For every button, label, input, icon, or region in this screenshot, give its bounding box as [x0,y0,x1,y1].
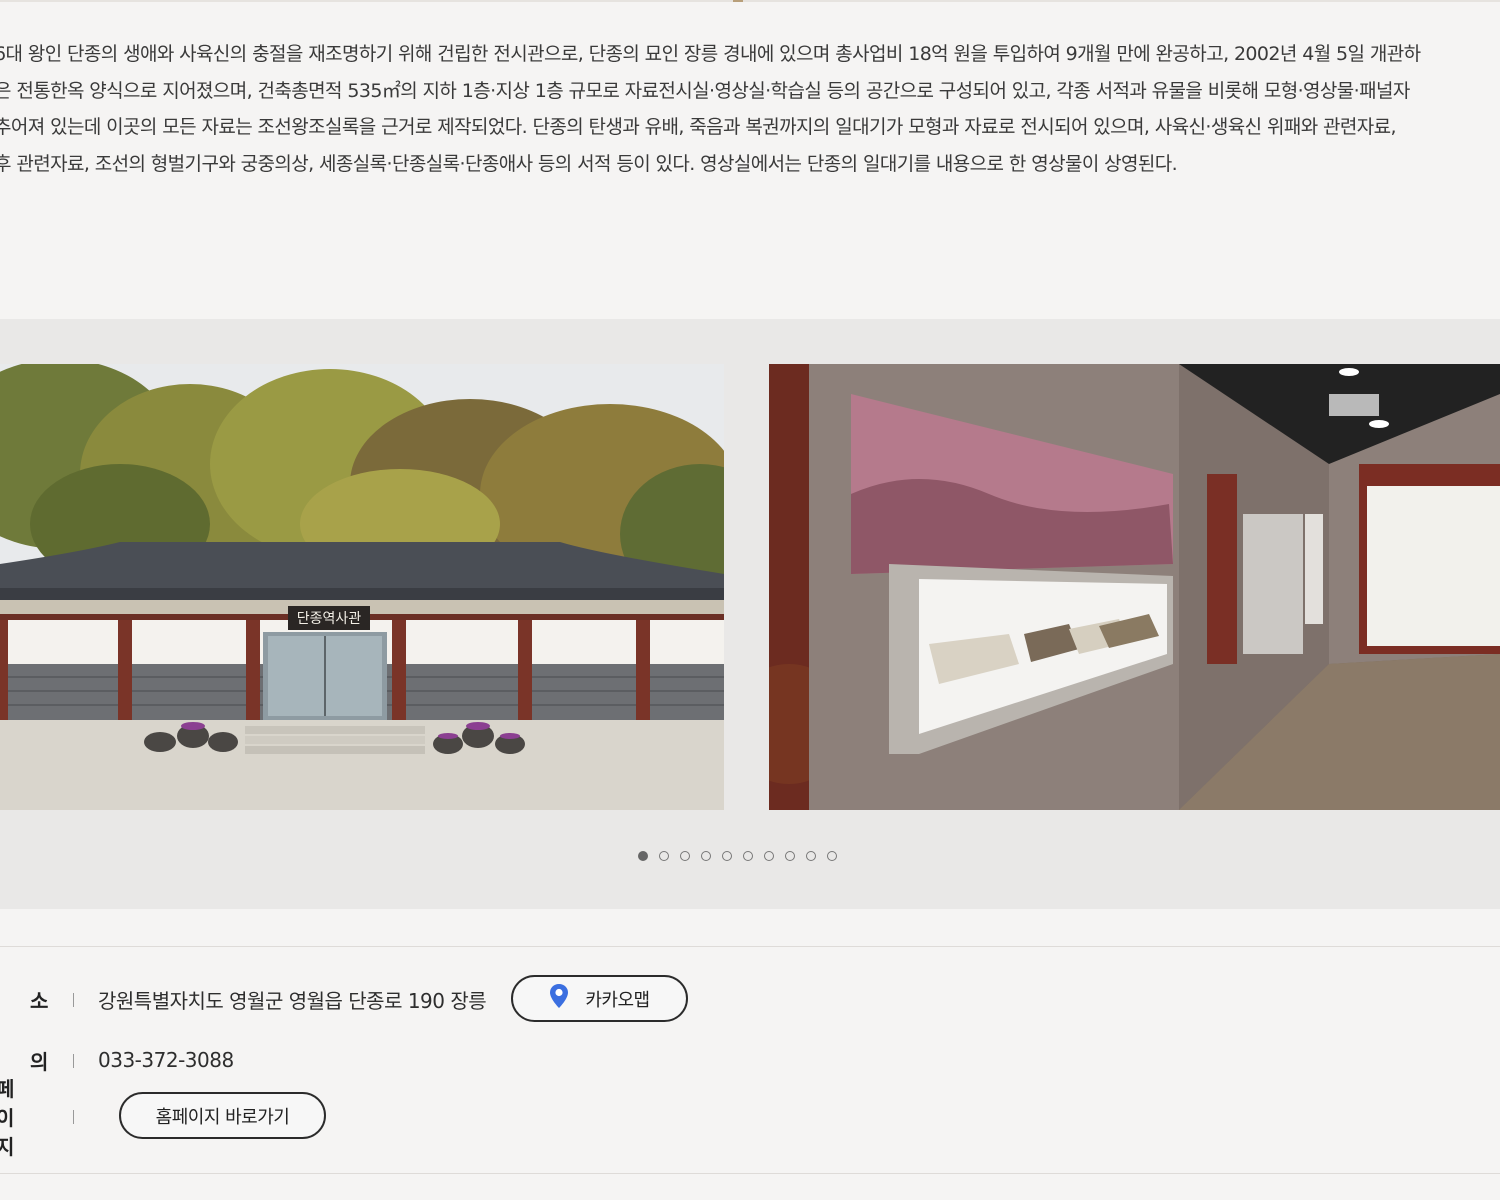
description-line: 추어져 있는데 이곳의 모든 자료는 조선왕조실록을 근거로 제작되었다. 단종… [0,116,1397,138]
description-line: 6대 왕인 단종의 생애와 사육신의 충절을 재조명하기 위해 건립한 전시관으… [0,43,1421,65]
phone-value: 033-372-3088 [98,1048,234,1072]
gallery-dot-5[interactable] [722,851,732,861]
address-value: 강원특별자치도 영월군 영월읍 단종로 190 장릉 [98,988,487,1013]
gallery-dot-10[interactable] [827,851,837,861]
homepage-button-label: 홈페이지 바로가기 [155,1106,290,1128]
signboard-text: 단종역사관 [297,611,362,627]
info-divider-bottom [0,1173,1500,1174]
gallery-pagination [638,851,837,865]
gallery-dot-2[interactable] [659,851,669,861]
top-border [0,0,1500,2]
homepage-button[interactable]: 홈페이지 바로가기 [119,1092,326,1139]
description-line: 은 전통한옥 양식으로 지어졌으며, 건축총면적 535㎡의 지하 1층·지상 … [0,79,1410,102]
gallery-dot-6[interactable] [743,851,753,861]
gallery-dot-8[interactable] [785,851,795,861]
facility-description: 6대 왕인 단종의 생애와 사육신의 충절을 재조명하기 위해 건립한 전시관으… [0,36,1500,182]
separator [73,993,74,1007]
gallery-dot-3[interactable] [680,851,690,861]
map-pin-icon [549,983,569,1014]
separator [73,1110,74,1124]
description-line: 후 관련자료, 조선의 형벌기구와 궁중의상, 세종실록·단종실록·단종애사 등… [0,152,1178,175]
phone-label: 의 [30,1049,49,1074]
kakao-map-button[interactable]: 카카오맵 [511,975,688,1022]
gallery-dot-1[interactable] [638,851,648,861]
photo-gallery: 단종역사관 [0,319,1500,909]
top-accent-mark [733,0,743,2]
gallery-dot-7[interactable] [764,851,774,861]
info-divider-top [0,946,1500,947]
exterior-photo: 단종역사관 [0,364,724,810]
address-label: 소 [30,988,49,1013]
homepage-label: 페이지 [0,1076,15,1159]
gallery-slide-interior[interactable] [769,364,1500,810]
gallery-dot-4[interactable] [701,851,711,861]
kakao-map-label: 카카오맵 [585,989,650,1011]
gallery-dot-9[interactable] [806,851,816,861]
interior-photo [769,364,1500,810]
gallery-slide-exterior[interactable]: 단종역사관 [0,364,724,810]
separator [73,1054,74,1068]
